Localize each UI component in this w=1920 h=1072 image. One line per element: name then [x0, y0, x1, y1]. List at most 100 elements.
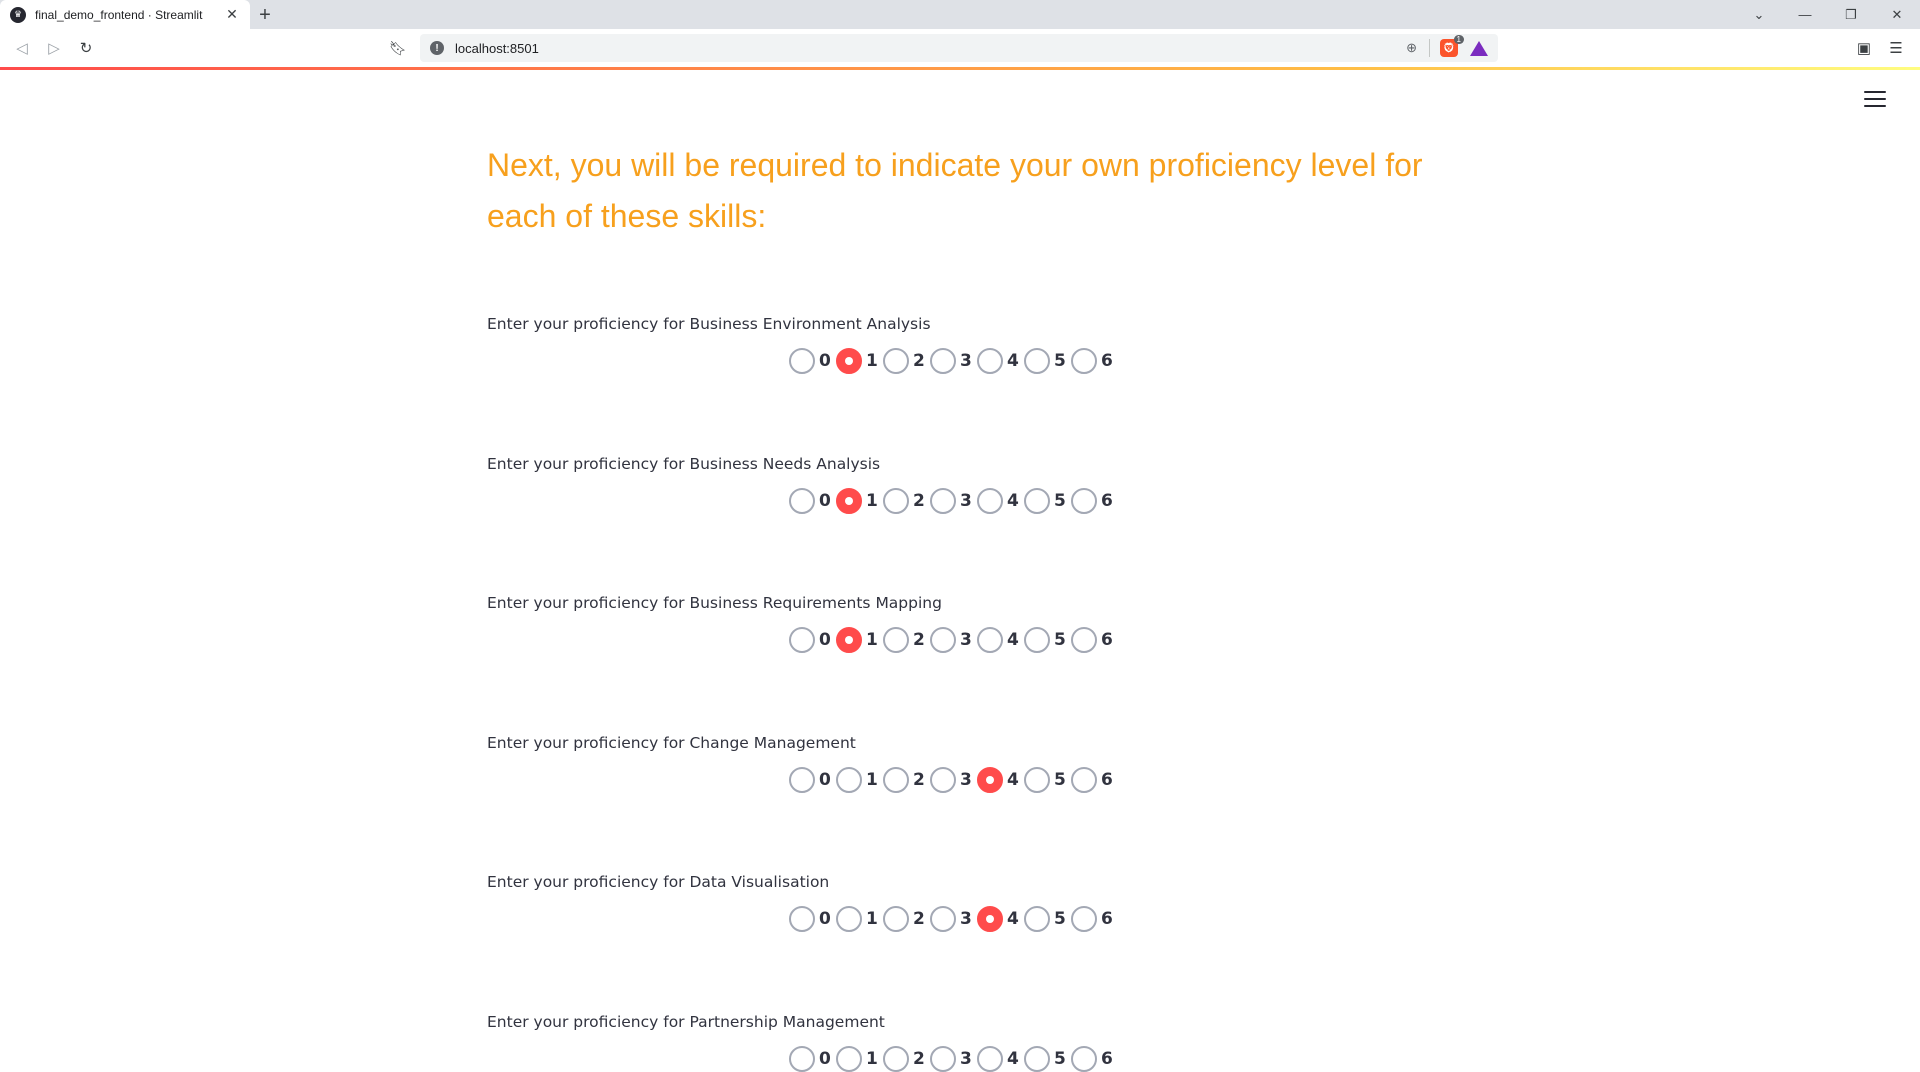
radio-button[interactable] — [836, 906, 862, 932]
radio-button[interactable] — [1024, 348, 1050, 374]
radio-option-3[interactable]: 3 — [930, 1045, 974, 1072]
radio-option-3[interactable]: 3 — [930, 766, 974, 793]
radio-option-3[interactable]: 3 — [930, 348, 974, 374]
reload-icon[interactable]: ↻ — [74, 36, 98, 60]
radio-button[interactable] — [1024, 766, 1050, 793]
radio-button[interactable] — [930, 348, 956, 374]
address-bar[interactable]: ! localhost:8501 ⊕ 🦁︎ 1 — [420, 34, 1498, 62]
radio-option-2[interactable]: 2 — [883, 906, 927, 932]
radio-button[interactable] — [836, 487, 862, 514]
radio-option-2[interactable]: 2 — [883, 1045, 927, 1072]
radio-option-1[interactable]: 1 — [836, 348, 880, 374]
radio-option-5[interactable]: 5 — [1024, 1045, 1068, 1072]
radio-button[interactable] — [883, 348, 909, 374]
radio-button[interactable] — [930, 766, 956, 793]
radio-option-5[interactable]: 5 — [1024, 627, 1068, 653]
radio-option-6[interactable]: 6 — [1071, 487, 1115, 514]
radio-button[interactable] — [930, 906, 956, 932]
browser-menu-icon[interactable]: ☰ — [1884, 37, 1908, 59]
radio-option-1[interactable]: 1 — [836, 487, 880, 514]
radio-button[interactable] — [1024, 487, 1050, 514]
radio-button[interactable] — [1024, 1045, 1050, 1072]
radio-button[interactable] — [977, 627, 1003, 653]
radio-option-6[interactable]: 6 — [1071, 766, 1115, 793]
wallet-icon[interactable]: ▣ — [1852, 37, 1876, 59]
radio-button[interactable] — [789, 906, 815, 932]
radio-option-6[interactable]: 6 — [1071, 906, 1115, 932]
radio-option-3[interactable]: 3 — [930, 487, 974, 514]
radio-option-5[interactable]: 5 — [1024, 766, 1068, 793]
radio-option-0[interactable]: 0 — [789, 627, 833, 653]
radio-button[interactable] — [789, 348, 815, 374]
tab-search-icon[interactable]: ⌄ — [1736, 0, 1782, 29]
radio-option-1[interactable]: 1 — [836, 906, 880, 932]
radio-button[interactable] — [1071, 1045, 1097, 1072]
radio-option-6[interactable]: 6 — [1071, 627, 1115, 653]
radio-button[interactable] — [977, 906, 1003, 932]
radio-button[interactable] — [883, 487, 909, 514]
close-icon[interactable]: ✕ — [224, 6, 240, 23]
brave-shields-icon[interactable]: 🦁︎ 1 — [1440, 35, 1464, 57]
radio-button[interactable] — [789, 627, 815, 653]
radio-button[interactable] — [977, 766, 1003, 793]
radio-option-5[interactable]: 5 — [1024, 348, 1068, 374]
radio-button[interactable] — [1071, 766, 1097, 793]
radio-button[interactable] — [977, 487, 1003, 514]
radio-option-6[interactable]: 6 — [1071, 1045, 1115, 1072]
radio-button[interactable] — [789, 487, 815, 514]
radio-option-4[interactable]: 4 — [977, 1045, 1021, 1072]
radio-button[interactable] — [1071, 348, 1097, 374]
radio-button[interactable] — [1071, 906, 1097, 932]
bookmark-icon[interactable]: 🔖︎ — [386, 36, 410, 60]
radio-option-1[interactable]: 1 — [836, 1045, 880, 1072]
radio-option-4[interactable]: 4 — [977, 348, 1021, 374]
radio-button[interactable] — [836, 1045, 862, 1072]
site-info-icon[interactable]: ! — [430, 41, 444, 55]
radio-option-3[interactable]: 3 — [930, 627, 974, 653]
radio-option-2[interactable]: 2 — [883, 348, 927, 374]
radio-button[interactable] — [883, 766, 909, 793]
radio-option-5[interactable]: 5 — [1024, 487, 1068, 514]
back-icon[interactable]: ◁ — [10, 36, 34, 60]
radio-option-1[interactable]: 1 — [836, 766, 880, 793]
forward-icon[interactable]: ▷ — [42, 36, 66, 60]
radio-button[interactable] — [930, 1045, 956, 1072]
radio-button[interactable] — [883, 627, 909, 653]
zoom-icon[interactable]: ⊕ — [1406, 40, 1417, 56]
radio-button[interactable] — [789, 766, 815, 793]
radio-button[interactable] — [977, 348, 1003, 374]
radio-option-0[interactable]: 0 — [789, 766, 833, 793]
radio-option-0[interactable]: 0 — [789, 348, 833, 374]
radio-button[interactable] — [977, 1045, 1003, 1072]
radio-button[interactable] — [1071, 487, 1097, 514]
radio-button[interactable] — [789, 1045, 815, 1072]
radio-option-2[interactable]: 2 — [883, 766, 927, 793]
radio-option-3[interactable]: 3 — [930, 906, 974, 932]
app-menu-button[interactable] — [1864, 88, 1886, 110]
radio-button[interactable] — [930, 487, 956, 514]
radio-option-2[interactable]: 2 — [883, 627, 927, 653]
radio-button[interactable] — [1024, 627, 1050, 653]
radio-button[interactable] — [1071, 627, 1097, 653]
radio-button[interactable] — [836, 766, 862, 793]
minimize-button[interactable]: — — [1782, 0, 1828, 29]
radio-option-0[interactable]: 0 — [789, 906, 833, 932]
close-window-button[interactable]: ✕ — [1874, 0, 1920, 29]
browser-tab[interactable]: ♛ final_demo_frontend · Streamlit ✕ — [0, 0, 250, 29]
radio-button[interactable] — [836, 348, 862, 374]
radio-option-0[interactable]: 0 — [789, 487, 833, 514]
radio-option-2[interactable]: 2 — [883, 487, 927, 514]
radio-button[interactable] — [883, 906, 909, 932]
radio-option-4[interactable]: 4 — [977, 627, 1021, 653]
radio-button[interactable] — [930, 627, 956, 653]
new-tab-button[interactable]: + — [254, 4, 276, 26]
radio-option-4[interactable]: 4 — [977, 766, 1021, 793]
radio-option-4[interactable]: 4 — [977, 487, 1021, 514]
radio-button[interactable] — [1024, 906, 1050, 932]
restore-button[interactable]: ❐ — [1828, 0, 1874, 29]
radio-option-5[interactable]: 5 — [1024, 906, 1068, 932]
radio-option-1[interactable]: 1 — [836, 627, 880, 653]
radio-option-6[interactable]: 6 — [1071, 348, 1115, 374]
url-text[interactable]: localhost:8501 — [455, 41, 1406, 56]
radio-option-0[interactable]: 0 — [789, 1045, 833, 1072]
